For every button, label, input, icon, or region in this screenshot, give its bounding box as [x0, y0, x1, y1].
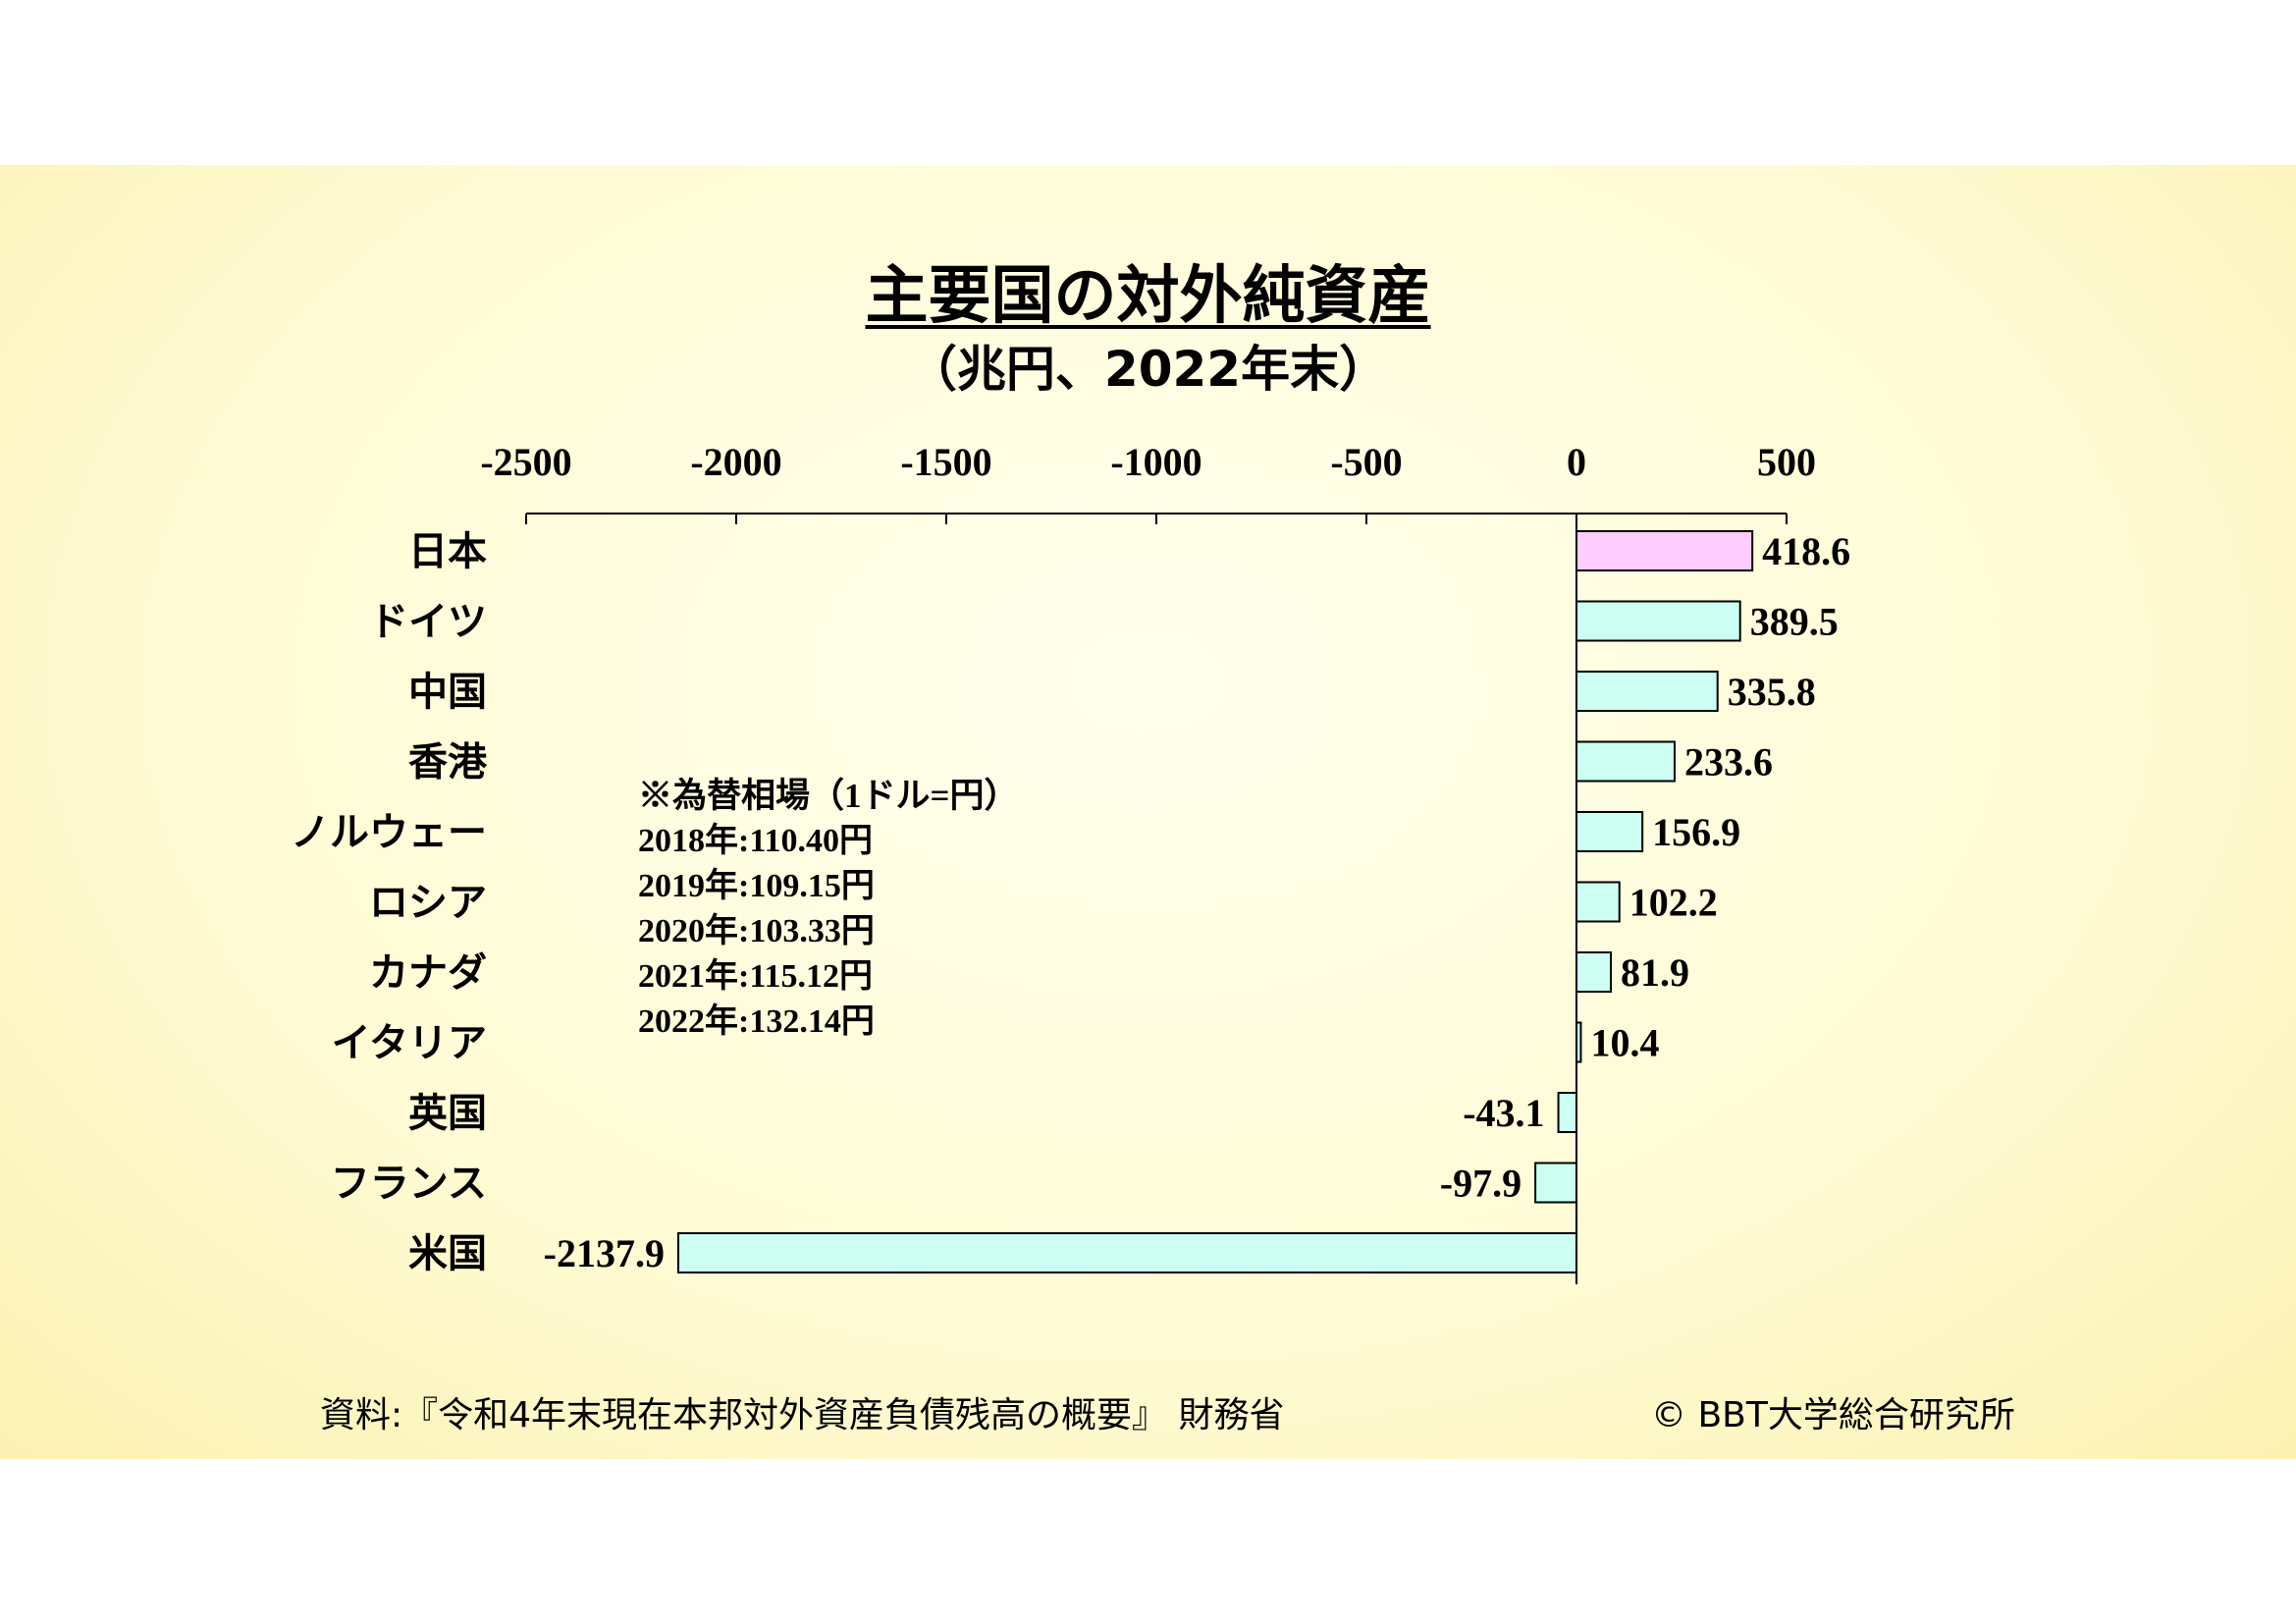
category-label: ドイツ [369, 600, 487, 645]
x-tick-label: -2500 [480, 440, 571, 484]
data-label: 418.6 [1762, 529, 1850, 573]
bar [1575, 881, 1621, 923]
data-label: 389.5 [1750, 600, 1839, 644]
bar [1575, 740, 1676, 783]
bar-chart: -2500 -2000 -1500 -1000 -500 0 500 日本 418.6 ドイツ 38… [291, 440, 1850, 1284]
category-label: ロシア [369, 881, 487, 926]
bar [1575, 811, 1644, 852]
exchange-rate-note: ※為替相場（1ドル=円） 2018年:110.40円 2019年:109.15円… [638, 774, 1018, 1045]
category-label: イタリア [332, 1021, 487, 1066]
note-line: 2020年:103.33円 [638, 913, 875, 949]
note-line: 2018年:110.40円 [638, 823, 873, 859]
data-label: 335.8 [1728, 670, 1816, 714]
note-line: 2021年:115.12円 [638, 958, 873, 995]
note-heading: ※為替相場（1ドル=円） [638, 777, 1019, 815]
category-label: 中国 [408, 670, 487, 715]
category-label: 英国 [408, 1091, 487, 1136]
category-label: 米国 [408, 1231, 487, 1276]
data-label: 156.9 [1652, 810, 1740, 854]
source-text: 資料:『令和4年末現在本邦対外資産負債残高の概要』 財務省 [320, 1395, 1285, 1435]
copyright-text: © BBT大学総合研究所 [1651, 1395, 2015, 1435]
x-tick-label: -1000 [1110, 440, 1201, 484]
bar [1575, 600, 1741, 642]
data-label: -2137.9 [544, 1231, 665, 1275]
bar [1534, 1162, 1577, 1204]
category-label: フランス [331, 1162, 487, 1207]
note-line: 2022年:132.14円 [638, 1003, 875, 1040]
bar [1557, 1092, 1578, 1133]
x-tick-label: 0 [1567, 440, 1586, 484]
data-label: 10.4 [1590, 1021, 1659, 1065]
category-label: カナダ [369, 950, 487, 996]
data-label: 81.9 [1621, 950, 1689, 995]
bar [676, 1232, 1577, 1273]
category-label: 香港 [408, 740, 488, 785]
bar [1575, 1021, 1582, 1063]
data-label: -97.9 [1440, 1162, 1522, 1206]
data-label: 102.2 [1629, 881, 1718, 925]
bar [1575, 530, 1754, 571]
x-tick-label: -500 [1330, 440, 1402, 484]
note-line: 2019年:109.15円 [638, 868, 875, 904]
category-label: 日本 [408, 529, 487, 574]
x-tick-label: 500 [1757, 440, 1816, 484]
x-tick-label: -2000 [690, 440, 781, 484]
data-label: 233.6 [1684, 740, 1773, 785]
data-label: -43.1 [1463, 1091, 1544, 1135]
bar [1575, 951, 1613, 993]
x-tick-label: -1500 [900, 440, 991, 484]
category-label: ノルウェー [291, 810, 487, 855]
bar [1575, 671, 1719, 712]
